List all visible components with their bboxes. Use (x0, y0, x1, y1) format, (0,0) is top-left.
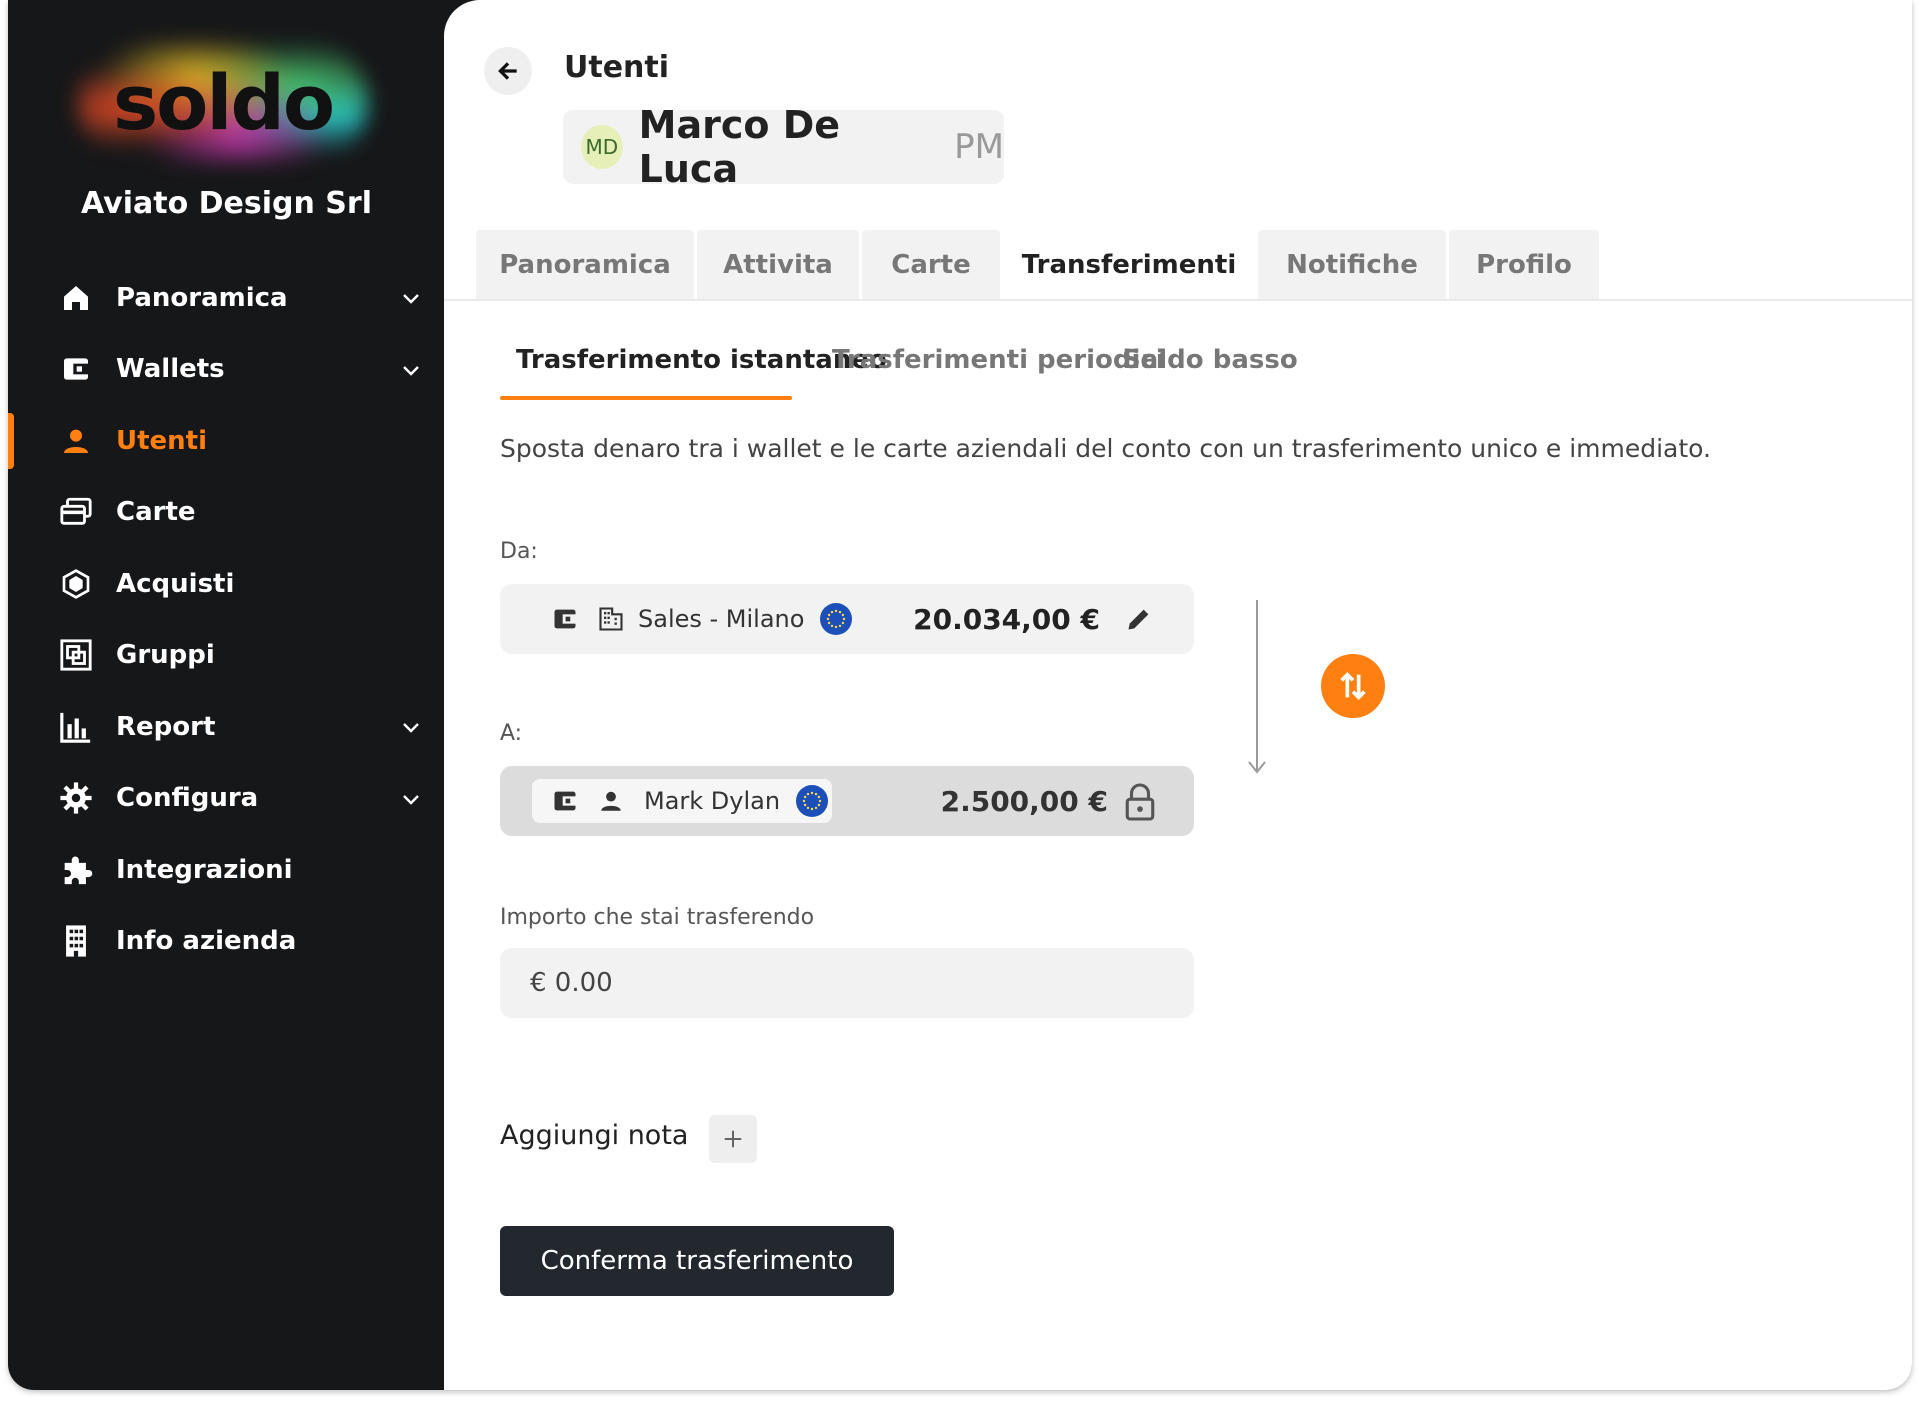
app-window: soldo Aviato Design Srl Panoramica Walle… (8, 0, 1912, 1390)
home-icon (56, 278, 96, 318)
user-name: Marco De Luca (638, 103, 841, 191)
sidebar-item-label: Gruppi (116, 640, 215, 671)
wallet-icon (550, 604, 580, 634)
building-icon (596, 604, 626, 634)
sidebar-item-carte[interactable]: Carte (8, 477, 445, 549)
confirm-transfer-button[interactable]: Conferma trasferimento (500, 1226, 894, 1296)
sidebar-nav: Panoramica Wallets Utenti Carte Acquisti… (8, 262, 445, 977)
amount-input[interactable] (500, 948, 1194, 1018)
gear-icon (56, 778, 96, 818)
add-note-button[interactable] (709, 1115, 757, 1163)
soldo-logo: soldo (78, 42, 368, 162)
groups-icon (56, 635, 96, 675)
user-icon (56, 421, 96, 461)
tabs-divider (444, 299, 1912, 301)
sidebar-item-label: Utenti (116, 425, 208, 456)
plus-icon (724, 1130, 742, 1148)
sidebar-item-integrazioni[interactable]: Integrazioni (8, 834, 445, 906)
sidebar-item-label: Report (116, 711, 216, 742)
from-wallet-name: Sales - Milano (638, 605, 805, 633)
chevron-down-icon[interactable] (399, 787, 423, 811)
building-icon (56, 921, 96, 961)
sidebar-item-info-azienda[interactable]: Info azienda (8, 906, 445, 978)
swap-arrows-icon (1340, 672, 1366, 700)
sidebar-item-panoramica[interactable]: Panoramica (8, 262, 445, 334)
arrow-down-icon (1248, 761, 1266, 774)
company-name: Aviato Design Srl (81, 186, 372, 221)
user-header: MD Marco De Luca PM (563, 103, 1004, 191)
tab-notifiche[interactable]: Notifiche (1258, 230, 1446, 300)
puzzle-icon (56, 850, 96, 890)
bar-chart-icon (56, 707, 96, 747)
tab-transferimenti[interactable]: Transferimenti (1003, 230, 1255, 300)
amount-label: Importo che stai trasferendo (500, 905, 815, 930)
to-wallet-selector[interactable]: Mark Dylan 2.500,00 € (500, 766, 1194, 836)
sidebar-item-label: Integrazioni (116, 854, 293, 885)
transfer-direction-line (1248, 600, 1266, 774)
subtab-saldo-basso[interactable]: Saldo basso (1122, 345, 1298, 375)
chevron-down-icon[interactable] (399, 358, 423, 382)
active-subtab-indicator (500, 396, 792, 400)
eu-flag-icon (820, 603, 853, 635)
tab-panoramica[interactable]: Panoramica (476, 230, 694, 300)
sidebar-item-label: Carte (116, 497, 196, 528)
from-wallet-selector[interactable]: Sales - Milano 20.034,00 € (500, 584, 1194, 654)
cards-icon (56, 492, 96, 532)
breadcrumb[interactable]: Utenti (564, 50, 669, 85)
to-wallet-balance: 2.500,00 € (940, 784, 1108, 818)
main-panel: Utenti MD Marco De Luca PM Panoramica At… (444, 0, 1912, 1390)
user-icon (596, 786, 626, 816)
wallet-icon (56, 349, 96, 389)
avatar: MD (581, 125, 623, 169)
pencil-icon[interactable] (1124, 604, 1154, 634)
sidebar-item-gruppi[interactable]: Gruppi (8, 620, 445, 692)
add-note-label: Aggiungi nota (500, 1120, 689, 1151)
sidebar-item-utenti[interactable]: Utenti (8, 405, 445, 477)
logo-text: soldo (112, 57, 335, 147)
arrow-left-icon (498, 62, 517, 80)
sidebar-item-acquisti[interactable]: Acquisti (8, 548, 445, 620)
sidebar-item-report[interactable]: Report (8, 691, 445, 763)
sidebar-item-label: Panoramica (116, 282, 288, 313)
tab-profilo[interactable]: Profilo (1449, 230, 1599, 300)
to-wallet-name: Mark Dylan (644, 787, 781, 815)
sidebar-item-label: Wallets (116, 354, 225, 385)
sidebar-item-label: Acquisti (116, 568, 235, 599)
lock-icon (1122, 782, 1158, 822)
tab-attivita[interactable]: Attivita (697, 230, 859, 300)
tab-bar: Panoramica Attivita Carte Transferimenti… (476, 230, 1602, 300)
sidebar-item-label: Configura (116, 783, 259, 814)
from-label: Da: (500, 539, 538, 564)
eu-flag-icon (796, 785, 829, 817)
hexagon-icon (56, 564, 96, 604)
user-role: PM (954, 127, 1004, 167)
to-label: A: (500, 721, 523, 746)
sidebar-item-wallets[interactable]: Wallets (8, 334, 445, 406)
chevron-down-icon[interactable] (399, 715, 423, 739)
tab-carte[interactable]: Carte (862, 230, 1000, 300)
description-text: Sposta denaro tra i wallet e le carte az… (500, 434, 1711, 463)
wallet-icon (550, 786, 580, 816)
back-button[interactable] (484, 47, 532, 95)
subtab-trasferimenti-periodici[interactable]: Trasferimenti periodici (832, 345, 1165, 375)
sidebar: soldo Aviato Design Srl Panoramica Walle… (8, 0, 445, 1390)
swap-direction-button[interactable] (1321, 654, 1385, 718)
sidebar-item-label: Info azienda (116, 926, 297, 957)
from-wallet-balance: 20.034,00 € (913, 602, 1100, 636)
sidebar-item-configura[interactable]: Configura (8, 763, 445, 835)
chevron-down-icon[interactable] (399, 286, 423, 310)
to-wallet-chip: Mark Dylan (532, 779, 832, 823)
